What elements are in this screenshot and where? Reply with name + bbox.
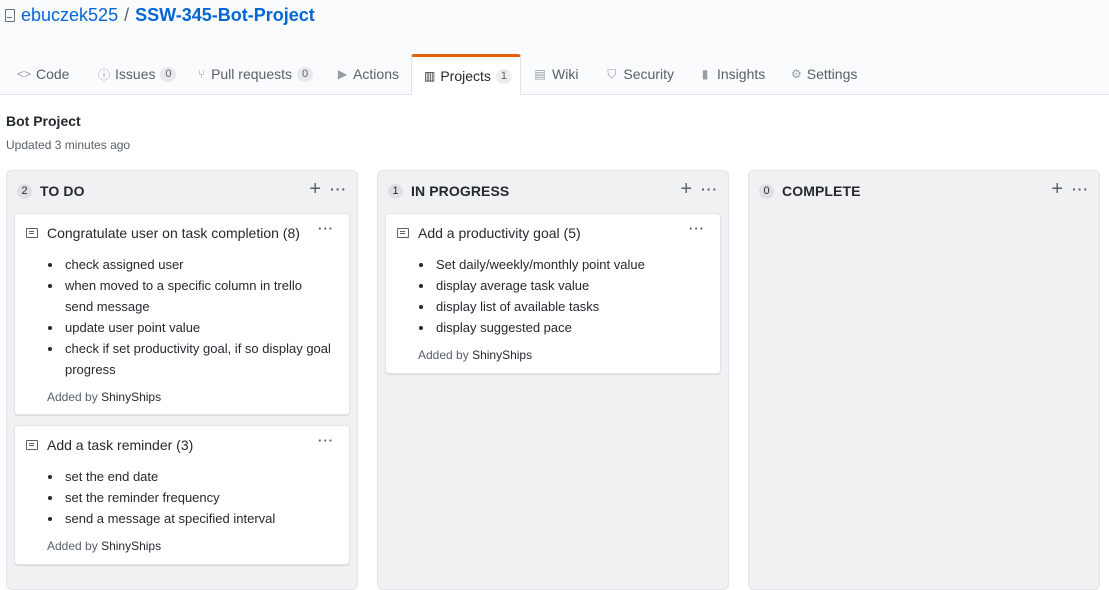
column-menu-icon[interactable]: ···: [1072, 179, 1089, 199]
added-by-user[interactable]: ShinyShips: [472, 348, 532, 362]
repo-icon: [5, 9, 15, 22]
tab-label: Wiki: [552, 66, 579, 82]
column-complete: 0 COMPLETE + ···: [748, 170, 1100, 590]
project-card[interactable]: Add a productivity goal (5) ··· Set dail…: [385, 213, 721, 374]
tab-pull-requests[interactable]: ⑂ Pull requests 0: [185, 54, 325, 94]
tab-security[interactable]: ⛉ Security: [593, 54, 686, 94]
column-header: 1 IN PROGRESS + ···: [378, 171, 728, 211]
list-item: set the reminder frequency: [63, 487, 333, 508]
column-menu-icon[interactable]: ···: [701, 179, 718, 199]
card-checklist: set the end date set the reminder freque…: [47, 466, 333, 529]
card-checklist: Set daily/weekly/monthly point value dis…: [418, 254, 704, 338]
card-title: Add a task reminder (3): [47, 437, 194, 453]
tab-label: Settings: [806, 66, 858, 82]
column-card-count: 2: [17, 183, 32, 199]
tab-label: Projects: [440, 68, 491, 84]
added-by-label: Added by: [47, 539, 98, 553]
list-item: Set daily/weekly/monthly point value: [434, 254, 704, 275]
card-checklist: check assigned user when moved to a spec…: [47, 254, 333, 380]
added-by-label: Added by: [418, 348, 469, 362]
issue-icon: ⓘ: [98, 67, 111, 82]
add-card-icon[interactable]: +: [680, 179, 692, 199]
tab-label: Actions: [353, 66, 399, 82]
repo-owner-link[interactable]: ebuczek525: [21, 5, 118, 26]
shield-icon: ⛉: [607, 66, 617, 81]
column-menu-icon[interactable]: ···: [330, 179, 347, 199]
column-card-count: 1: [388, 183, 403, 199]
column-card-count: 0: [759, 183, 774, 199]
list-item: display suggested pace: [434, 317, 704, 338]
tab-label: Code: [36, 66, 70, 82]
card-menu-icon[interactable]: ···: [318, 221, 334, 236]
tab-settings[interactable]: ⚙ Settings: [779, 54, 869, 94]
tab-label: Pull requests: [211, 66, 292, 82]
project-title: Bot Project: [6, 113, 81, 129]
note-icon: [26, 228, 38, 238]
tab-counter: 1: [495, 68, 512, 84]
project-card[interactable]: Add a task reminder (3) ··· set the end …: [14, 425, 350, 565]
tab-label: Insights: [717, 66, 766, 82]
pull-request-icon: ⑂: [197, 67, 206, 81]
list-item: display average task value: [434, 275, 704, 296]
graph-icon: ▮: [701, 67, 709, 81]
tab-projects[interactable]: ▥ Projects 1: [411, 54, 521, 95]
list-item: send a message at specified interval: [63, 508, 333, 529]
note-icon: [26, 440, 38, 450]
tab-actions[interactable]: ▶ Actions: [325, 54, 411, 94]
repo-nav-tabs: <> Code ⓘ Issues 0 ⑂ Pull requests 0 ▶ Actions…: [5, 54, 869, 95]
card-added-by: Added by ShinyShips: [47, 390, 161, 404]
list-item: display list of available tasks: [434, 296, 704, 317]
column-header: 0 COMPLETE + ···: [749, 171, 1099, 211]
list-item: check assigned user: [63, 254, 333, 275]
project-card[interactable]: Congratulate user on task completion (8)…: [14, 213, 350, 415]
column-name: COMPLETE: [782, 183, 861, 199]
card-menu-icon[interactable]: ···: [318, 433, 334, 448]
column-name: IN PROGRESS: [411, 183, 510, 199]
note-icon: [397, 228, 409, 238]
tab-label: Security: [623, 66, 674, 82]
project-icon: ▥: [424, 69, 436, 83]
column-in-progress: 1 IN PROGRESS + ··· Add a productivity g…: [377, 170, 729, 590]
added-by-user[interactable]: ShinyShips: [101, 390, 161, 404]
gear-icon: ⚙: [791, 67, 802, 81]
column-to-do: 2 TO DO + ··· Congratulate user on task …: [6, 170, 358, 590]
tab-wiki[interactable]: ▤ Wiki: [521, 54, 593, 94]
tab-counter: 0: [297, 66, 313, 82]
list-item: set the end date: [63, 466, 333, 487]
tab-label: Issues: [115, 66, 156, 82]
card-added-by: Added by ShinyShips: [47, 539, 161, 553]
column-header: 2 TO DO + ···: [7, 171, 357, 211]
card-title: Add a productivity goal (5): [418, 225, 581, 241]
add-card-icon[interactable]: +: [309, 179, 321, 199]
tab-issues[interactable]: ⓘ Issues 0: [86, 54, 185, 94]
column-name: TO DO: [40, 183, 85, 199]
repo-title: ebuczek525 / SSW-345-Bot-Project: [5, 5, 315, 26]
added-by-label: Added by: [47, 390, 98, 404]
code-icon: <>: [17, 67, 32, 81]
add-card-icon[interactable]: +: [1051, 179, 1063, 199]
tab-counter: 0: [160, 66, 177, 82]
repo-separator: /: [124, 5, 130, 25]
list-item: update user point value: [63, 317, 333, 338]
project-updated-time: Updated 3 minutes ago: [6, 138, 131, 152]
tab-insights[interactable]: ▮ Insights: [686, 54, 779, 94]
card-title: Congratulate user on task completion (8): [47, 225, 300, 241]
list-item: when moved to a specific column in trell…: [63, 275, 333, 317]
card-menu-icon[interactable]: ···: [689, 221, 705, 236]
repo-header: ebuczek525 / SSW-345-Bot-Project <> Code …: [0, 0, 1109, 95]
card-added-by: Added by ShinyShips: [418, 348, 532, 362]
book-icon: ▤: [534, 67, 546, 81]
added-by-user[interactable]: ShinyShips: [101, 539, 161, 553]
repo-name-link[interactable]: SSW-345-Bot-Project: [135, 5, 315, 26]
play-icon: ▶: [337, 67, 348, 81]
tab-code[interactable]: <> Code: [5, 54, 86, 94]
list-item: check if set productivity goal, if so di…: [63, 338, 333, 380]
